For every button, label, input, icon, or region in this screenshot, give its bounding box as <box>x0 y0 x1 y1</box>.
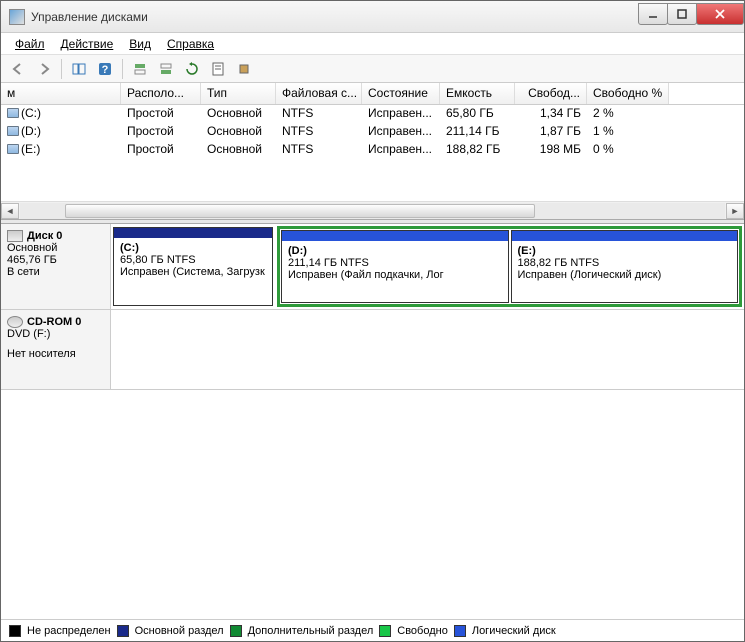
properties-button[interactable] <box>207 58 229 80</box>
col-volume[interactable]: м <box>1 83 121 104</box>
back-button[interactable] <box>7 58 29 80</box>
col-free[interactable]: Свобод... <box>515 83 587 104</box>
col-capacity[interactable]: Емкость <box>440 83 515 104</box>
graphical-view: Диск 0 Основной 465,76 ГБ В сети (C:) 65… <box>1 224 744 540</box>
cdrom-row: CD-ROM 0 DVD (F:) Нет носителя <box>1 310 744 390</box>
menu-file[interactable]: Файл <box>7 35 53 53</box>
volume-row[interactable]: (C:) Простой Основной NTFS Исправен... 6… <box>1 105 744 123</box>
partition-bar-primary <box>114 228 272 238</box>
volume-list: (C:) Простой Основной NTFS Исправен... 6… <box>1 105 744 201</box>
forward-button[interactable] <box>33 58 55 80</box>
cdrom-nomedia-area[interactable] <box>111 310 744 389</box>
extended-partition-container: (D:) 211,14 ГБ NTFS Исправен (Файл подка… <box>277 226 742 307</box>
view-top-button[interactable] <box>129 58 151 80</box>
legend-swatch-primary <box>117 625 129 637</box>
cdrom-header[interactable]: CD-ROM 0 DVD (F:) Нет носителя <box>1 310 111 389</box>
scroll-right-button[interactable]: ► <box>726 203 744 219</box>
partition-bar-logical <box>282 231 508 241</box>
help-button[interactable]: ? <box>94 58 116 80</box>
maximize-button[interactable] <box>667 3 697 25</box>
partition-e[interactable]: (E:) 188,82 ГБ NTFS Исправен (Логический… <box>511 230 739 303</box>
menu-help[interactable]: Справка <box>159 35 222 53</box>
legend-swatch-extended <box>230 625 242 637</box>
close-button[interactable] <box>696 3 744 25</box>
show-hide-tree-button[interactable] <box>68 58 90 80</box>
minimize-button[interactable] <box>638 3 668 25</box>
col-type[interactable]: Тип <box>201 83 276 104</box>
refresh-button[interactable] <box>181 58 203 80</box>
cdrom-icon <box>7 316 23 328</box>
disk-row: Диск 0 Основной 465,76 ГБ В сети (C:) 65… <box>1 224 744 310</box>
svg-text:?: ? <box>102 64 109 76</box>
horizontal-scrollbar[interactable]: ◄ ► <box>1 201 744 219</box>
view-bottom-button[interactable] <box>155 58 177 80</box>
window-title: Управление дисками <box>31 10 639 24</box>
col-layout[interactable]: Располо... <box>121 83 201 104</box>
scroll-thumb[interactable] <box>65 204 535 218</box>
col-free-pct[interactable]: Свободно % <box>587 83 669 104</box>
legend-swatch-unallocated <box>9 625 21 637</box>
volume-icon <box>7 108 19 118</box>
titlebar[interactable]: Управление дисками <box>1 1 744 33</box>
disk-management-window: Управление дисками Файл Действие Вид Спр… <box>0 0 745 642</box>
disk-header[interactable]: Диск 0 Основной 465,76 ГБ В сети <box>1 224 111 309</box>
graphical-empty-area <box>1 390 744 540</box>
partition-d[interactable]: (D:) 211,14 ГБ NTFS Исправен (Файл подка… <box>281 230 509 303</box>
col-fs[interactable]: Файловая с... <box>276 83 362 104</box>
volume-list-header: м Располо... Тип Файловая с... Состояние… <box>1 83 744 105</box>
volume-icon <box>7 126 19 136</box>
scroll-left-button[interactable]: ◄ <box>1 203 19 219</box>
menu-action[interactable]: Действие <box>53 35 122 53</box>
volume-row[interactable]: (D:) Простой Основной NTFS Исправен... 2… <box>1 123 744 141</box>
menu-view[interactable]: Вид <box>121 35 159 53</box>
partition-c[interactable]: (C:) 65,80 ГБ NTFS Исправен (Система, За… <box>113 227 273 306</box>
volume-row[interactable]: (E:) Простой Основной NTFS Исправен... 1… <box>1 141 744 159</box>
col-status[interactable]: Состояние <box>362 83 440 104</box>
legend-bar: Не распределен Основной раздел Дополните… <box>1 619 744 641</box>
partition-bar-logical <box>512 231 738 241</box>
scroll-track[interactable] <box>20 203 725 219</box>
volume-icon <box>7 144 19 154</box>
legend-swatch-free <box>379 625 391 637</box>
disk-icon <box>7 230 23 242</box>
legend-swatch-logical <box>454 625 466 637</box>
app-icon <box>9 9 25 25</box>
settings-button[interactable] <box>233 58 255 80</box>
toolbar: ? <box>1 55 744 83</box>
menubar: Файл Действие Вид Справка <box>1 33 744 55</box>
